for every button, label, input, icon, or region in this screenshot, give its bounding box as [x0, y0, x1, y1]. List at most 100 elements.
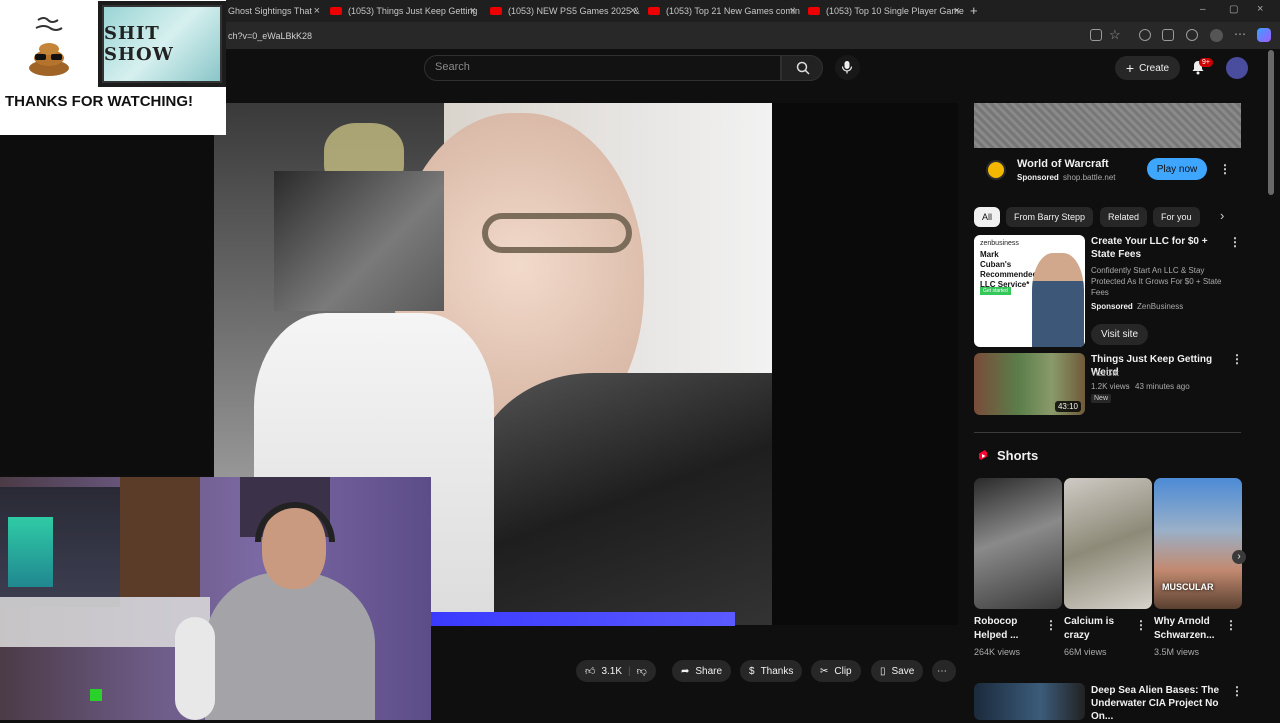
close-window-icon[interactable]: × [1257, 3, 1263, 15]
short-thumbnail[interactable] [1064, 478, 1152, 609]
thumbs-down-icon[interactable]: 👎︎ [637, 665, 647, 677]
plus-icon: + [1125, 60, 1135, 76]
short-menu-icon[interactable]: ⋮ [1045, 618, 1057, 632]
stream-dark-panel [0, 135, 214, 475]
glasses-frame [482, 213, 632, 253]
close-tab-icon[interactable]: × [630, 5, 636, 17]
close-tab-icon[interactable]: × [954, 5, 960, 17]
profile-icon[interactable] [1210, 29, 1223, 42]
ad-sponsored: Sponsored [1017, 173, 1059, 182]
clip-button[interactable]: ✂ Clip [811, 660, 861, 682]
scissors-icon: ✂ [820, 665, 829, 677]
thanks-for-watching-text: THANKS FOR WATCHING! [5, 93, 194, 110]
ad-banner[interactable] [974, 103, 1241, 148]
promo-description: Confidently Start An LLC & Stay Protecte… [1091, 266, 1222, 297]
youtube-favicon-icon [648, 7, 660, 15]
thanks-button[interactable]: $ Thanks [740, 660, 803, 682]
browser-tab[interactable]: (1053) NEW PS5 Games 2025 & 2 × [490, 2, 640, 20]
browser-tab[interactable]: Ghost Sightings That × [228, 2, 324, 20]
shorts-label: Shorts [997, 448, 1039, 463]
more-menu-icon[interactable]: ⋯ [1234, 27, 1246, 41]
promo-title[interactable]: Create Your LLC for $0 + State Fees [1091, 235, 1221, 261]
browser-tab[interactable]: (1053) Things Just Keep Getting W × [330, 2, 480, 20]
video-thumbnail[interactable] [974, 683, 1085, 720]
tab-title: (1053) Top 10 Single Player Game [826, 6, 964, 16]
view-count: 1.2K views [1091, 382, 1130, 391]
voice-search-button[interactable] [835, 55, 860, 80]
show-logo-badge: SHIT SHOW [98, 1, 226, 87]
url-text[interactable]: ch?v=0_eWaLBkK28 [228, 31, 312, 41]
tab-title: (1053) NEW PS5 Games 2025 & 2 [508, 6, 640, 16]
search-button[interactable] [781, 55, 823, 81]
short-overlay-text: MUSCULAR [1162, 582, 1214, 592]
video-menu-icon[interactable]: ⋮ [1231, 684, 1243, 698]
chip-all[interactable]: All [974, 207, 1001, 227]
share-icon: ➦ [681, 665, 690, 677]
clip-label: Clip [834, 665, 852, 677]
channel-name[interactable]: VizzGttt [1091, 368, 1119, 379]
promo-thumbnail[interactable]: zenbusiness Mark Cuban's Recommended LLC… [974, 235, 1085, 347]
short-thumbnail[interactable]: MUSCULAR [1154, 478, 1242, 609]
ad-title[interactable]: World of Warcraft [1017, 158, 1109, 170]
new-badge: New [1091, 394, 1112, 403]
thanks-icon: $ [749, 665, 755, 677]
share-label: Share [695, 665, 723, 677]
save-button[interactable]: ▯ Save [871, 660, 924, 682]
browser-tab[interactable]: (1053) Top 10 Single Player Game × [808, 2, 964, 20]
browser-tab[interactable]: (1053) Top 21 New Games comin × [648, 2, 800, 20]
tab-title: Ghost Sightings That [228, 6, 312, 16]
tab-title: (1053) Top 21 New Games comin [666, 6, 800, 16]
video-title[interactable]: Deep Sea Alien Bases: The Underwater CIA… [1091, 684, 1231, 723]
bookmark-star-icon[interactable]: ☆ [1109, 27, 1121, 43]
install-app-icon[interactable] [1090, 29, 1102, 41]
poop-emoji-icon [29, 17, 69, 76]
close-tab-icon[interactable]: × [470, 5, 476, 17]
short-views: 3.5M views [1154, 647, 1200, 657]
search-placeholder: Search [435, 61, 470, 73]
copilot-icon[interactable] [1257, 28, 1271, 42]
more-actions-button[interactable]: ⋯ [932, 660, 956, 682]
streamer-shirt [205, 572, 375, 720]
save-label: Save [891, 665, 915, 677]
video-thumbnail[interactable]: 43:10 [974, 353, 1085, 415]
close-tab-icon[interactable]: × [790, 5, 796, 17]
share-button[interactable]: ➦ Share [672, 660, 732, 682]
video-menu-icon[interactable]: ⋮ [1231, 352, 1243, 366]
short-thumbnail[interactable] [974, 478, 1062, 609]
more-horizontal-icon: ⋯ [937, 665, 947, 677]
visit-site-button[interactable]: Visit site [1091, 324, 1148, 345]
play-now-button[interactable]: Play now [1147, 158, 1207, 180]
chevron-right-icon[interactable]: › [1220, 208, 1224, 223]
video-caption-bar [431, 612, 735, 626]
maximize-icon[interactable]: ▢ [1229, 4, 1238, 15]
ad-menu-icon[interactable]: ⋮ [1219, 162, 1231, 176]
shorts-header: Shorts [977, 448, 1038, 463]
chip-for-you[interactable]: For you [1153, 207, 1200, 227]
short-views: 66M views [1064, 647, 1107, 657]
youtube-favicon-icon [490, 7, 502, 15]
like-button[interactable]: 👍︎ 3.1K | 👎︎ [576, 660, 656, 682]
short-menu-icon[interactable]: ⋮ [1135, 618, 1147, 632]
thanks-label: Thanks [760, 665, 794, 677]
create-button[interactable]: + Create [1115, 56, 1180, 80]
chip-related[interactable]: Related [1100, 207, 1148, 227]
account-avatar[interactable] [1226, 57, 1248, 79]
minimize-icon[interactable]: – [1200, 4, 1206, 15]
promo-brand: zenbusiness [980, 240, 1019, 247]
new-tab-button[interactable]: + [970, 3, 978, 18]
short-title[interactable]: Calcium is crazy [1064, 615, 1134, 643]
extension-icon[interactable] [1139, 29, 1151, 41]
history-icon[interactable] [1186, 29, 1198, 41]
short-menu-icon[interactable]: ⋮ [1225, 618, 1237, 632]
page-scrollbar[interactable] [1268, 50, 1274, 195]
chip-from-channel[interactable]: From Barry Stepp [1006, 207, 1094, 227]
favorites-icon[interactable] [1162, 29, 1174, 41]
promo-person [1032, 253, 1084, 347]
shorts-next-icon[interactable]: › [1232, 550, 1246, 564]
short-title[interactable]: Why Arnold Schwarzen... [1154, 615, 1224, 643]
short-title[interactable]: Robocop Helped ... [974, 615, 1044, 643]
close-tab-icon[interactable]: × [314, 5, 320, 17]
kick-logo-icon [90, 689, 102, 701]
search-input[interactable] [424, 55, 781, 81]
promo-menu-icon[interactable]: ⋮ [1229, 235, 1241, 249]
